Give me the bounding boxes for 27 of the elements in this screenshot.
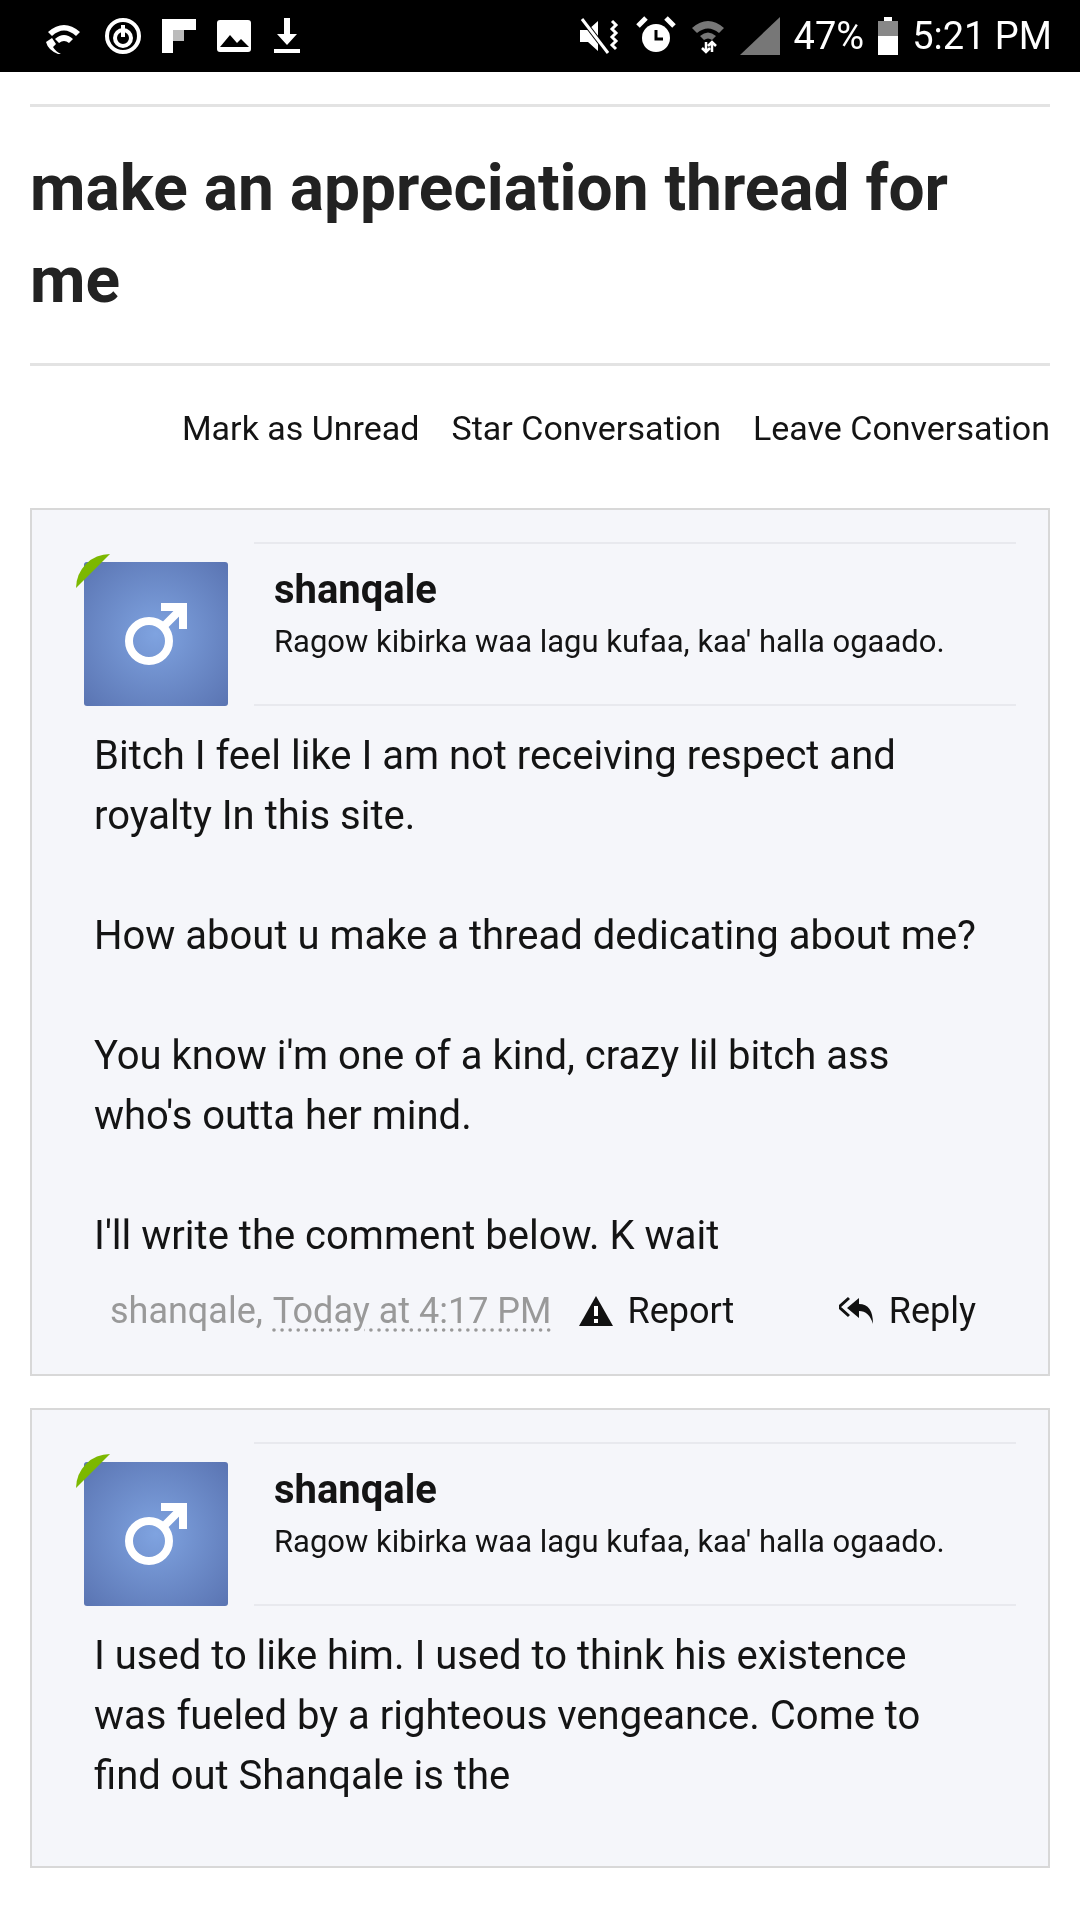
message-paragraph: Bitch I feel like I am not receiving respect and royalty In this site. [94, 731, 897, 841]
image-icon [216, 19, 252, 53]
power-icon [104, 17, 142, 55]
battery-icon [878, 17, 899, 55]
message-paragraph: You know i'm one of a kind, crazy lil bitch ass who's outta her mind. [94, 1031, 891, 1141]
conversation-action-link[interactable]: Mark as Unread [181, 408, 420, 448]
user-title: Ragow kibirka waa lagu kufaa, kaa' halla ogaado. [274, 622, 946, 662]
message-paragraph: How about u make a thread dedicating about me? [94, 911, 977, 961]
conversation-action-link[interactable]: Leave Conversation [753, 408, 1050, 448]
post-author: shanqale, [110, 1290, 263, 1332]
warning-icon [579, 1296, 614, 1326]
username[interactable]: shanqale [274, 566, 996, 613]
user-title: Ragow kibirka waa lagu kufaa, kaa' halla ogaado. [274, 1522, 946, 1562]
conversation-action-link[interactable]: Star Conversation [451, 408, 721, 448]
thread-title: make an appreciation thread for me [30, 107, 1050, 366]
report-link[interactable]: Report [579, 1290, 735, 1332]
reply-link[interactable]: Reply [838, 1290, 976, 1332]
signal-icon [739, 17, 780, 55]
download-icon [272, 18, 302, 54]
avatar[interactable] [84, 1462, 228, 1606]
username[interactable]: shanqale [274, 1466, 996, 1513]
reply-all-icon [838, 1296, 875, 1326]
message-paragraph: I'll write the comment below. K wait [94, 1211, 721, 1261]
clock-time: 5:21 PM [912, 14, 1052, 58]
message-paragraph: I used to like him. I used to think his existence was fueled by a righteous vengeance. Come to find out Shanqale is the [94, 1631, 922, 1801]
battery-percentage: 47% [793, 14, 865, 58]
avatar[interactable] [84, 562, 228, 706]
